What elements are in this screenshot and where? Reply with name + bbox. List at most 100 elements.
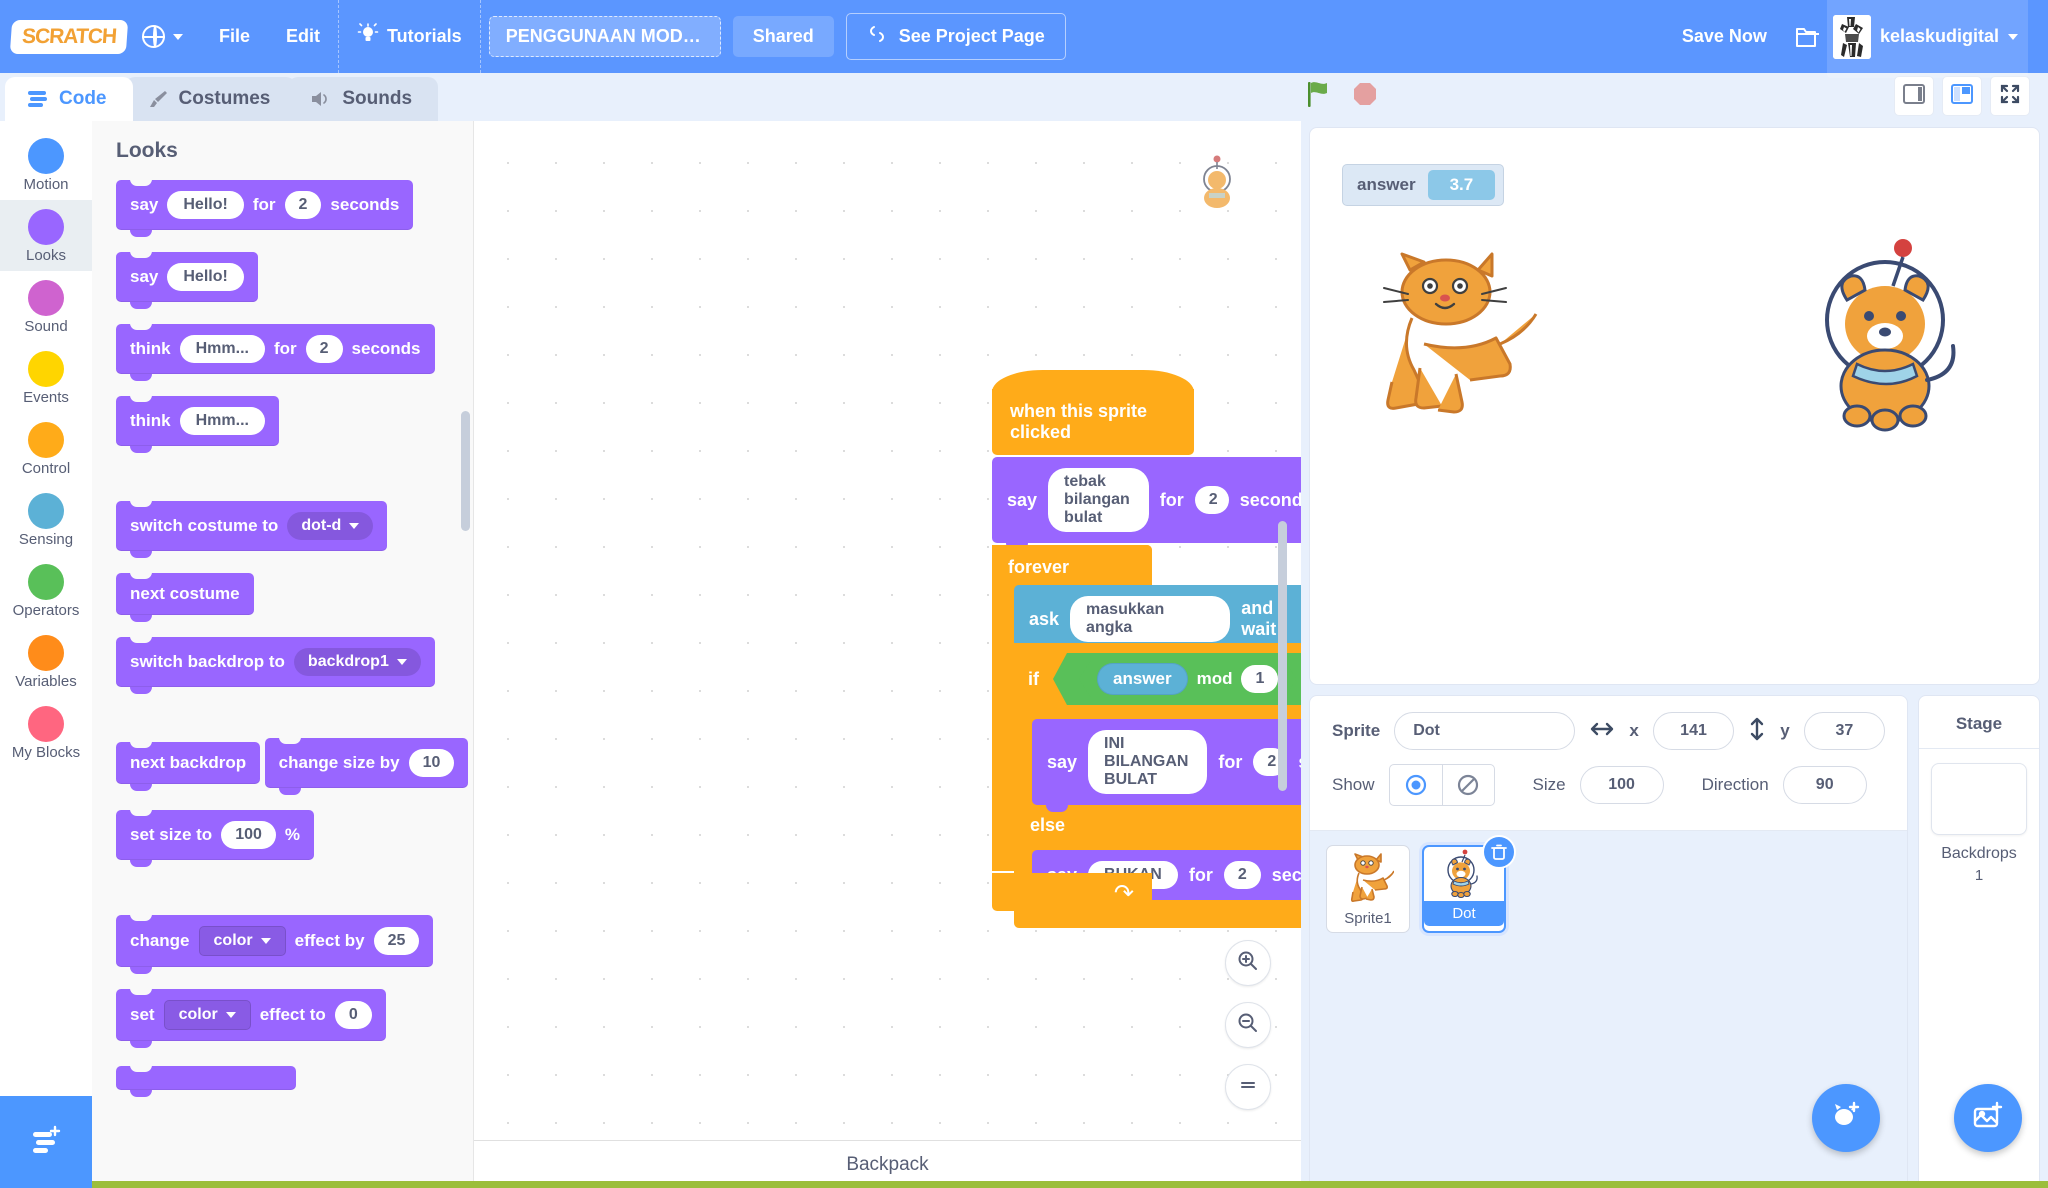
block-text-input[interactable]: INI BILANGAN BULAT	[1088, 730, 1208, 794]
dot-dog-sprite[interactable]	[1781, 228, 1991, 443]
menu-edit[interactable]: Edit	[268, 0, 338, 73]
block-text-input[interactable]: Hello!	[167, 191, 244, 219]
stage-backdrop-thumbnail[interactable]	[1931, 763, 2027, 835]
block-number-input[interactable]: 100	[221, 821, 276, 849]
small-stage-button[interactable]	[1894, 76, 1934, 116]
palette-block-set-effect[interactable]: set color effect to 0	[116, 988, 386, 1048]
large-stage-button[interactable]	[1942, 76, 1982, 116]
sprite-card-sprite1[interactable]: Sprite1	[1326, 845, 1410, 933]
block-answer-reporter[interactable]: answer	[1097, 663, 1188, 695]
block-text-input[interactable]: masukkan angka	[1070, 596, 1231, 642]
sprite-card-dot[interactable]: Dot	[1422, 835, 1516, 933]
green-flag-icon[interactable]	[1305, 79, 1333, 114]
block-palette[interactable]: Looks say Hello! for 2 seconds say Hello…	[92, 121, 474, 1188]
category-variables[interactable]: Variables	[0, 626, 92, 697]
block-number-input[interactable]: 25	[373, 927, 420, 955]
block-if-header[interactable]: if answer mod 1 = 0 then	[1014, 643, 1301, 715]
menu-tutorials[interactable]: Tutorials	[339, 0, 480, 73]
palette-scrollbar[interactable]	[461, 411, 470, 531]
palette-block-say[interactable]: say Hello!	[116, 251, 258, 309]
sprite-direction-input[interactable]: 90	[1782, 766, 1867, 804]
palette-block-switch-backdrop[interactable]: switch backdrop to backdrop1	[116, 636, 435, 694]
variable-monitor-answer[interactable]: answer 3.7	[1342, 164, 1505, 206]
effect-dropdown[interactable]: color	[198, 926, 286, 956]
palette-block-change-effect[interactable]: change color effect by 25	[116, 914, 434, 974]
tab-sounds[interactable]: Sounds	[288, 77, 439, 121]
category-sensing[interactable]: Sensing	[0, 484, 92, 555]
scratch-cat-sprite[interactable]	[1350, 248, 1550, 443]
backdrop-dropdown[interactable]: backdrop1	[293, 648, 421, 676]
block-forever[interactable]: forever	[992, 545, 1152, 590]
block-text-input[interactable]: tebak bilangan bulat	[1048, 468, 1149, 532]
language-selector[interactable]	[124, 0, 201, 73]
block-number-input[interactable]: 2	[305, 335, 343, 363]
zoom-in-button[interactable]	[1225, 940, 1271, 986]
scratch-logo[interactable]: SCRATCH	[11, 17, 127, 57]
block-text-input[interactable]: Hmm...	[179, 407, 265, 435]
folder-icon[interactable]	[1791, 24, 1821, 50]
sprite-x-input[interactable]: 141	[1652, 712, 1735, 750]
category-control[interactable]: Control	[0, 413, 92, 484]
menu-file[interactable]: File	[201, 0, 268, 73]
palette-block-think[interactable]: think Hmm...	[116, 395, 279, 453]
block-text-input[interactable]: Hmm...	[179, 335, 265, 363]
sprite-name-input[interactable]: Dot	[1394, 712, 1576, 750]
palette-block-set-size[interactable]: set size to 100 %	[116, 809, 315, 867]
block-number-input[interactable]: 1	[1241, 665, 1278, 693]
eye-icon[interactable]	[1390, 765, 1442, 805]
costume-dropdown[interactable]: dot-d	[287, 512, 374, 540]
block-number-input[interactable]: 2	[1223, 861, 1261, 889]
category-sound[interactable]: Sound	[0, 271, 92, 342]
palette-block-change-size[interactable]: change size by 10	[264, 737, 469, 795]
account-menu[interactable]: kelaskudigital	[1826, 0, 2028, 78]
palette-block-next-costume[interactable]: next costume	[116, 572, 254, 622]
block-word: seconds	[1271, 864, 1301, 885]
block-number-input[interactable]: 2	[1194, 486, 1229, 514]
category-motion[interactable]: Motion	[0, 129, 92, 200]
stage[interactable]: answer 3.7	[1309, 127, 2040, 685]
add-backdrop-button[interactable]	[1954, 1084, 2022, 1152]
tab-code[interactable]: Code	[5, 77, 133, 121]
see-project-page-button[interactable]: See Project Page	[845, 13, 1066, 60]
palette-block-partial[interactable]	[116, 1065, 296, 1097]
palette-block-say-for[interactable]: say Hello! for 2 seconds	[116, 179, 414, 237]
block-number-input[interactable]: 0	[334, 1001, 372, 1029]
add-sprite-button[interactable]	[1812, 1084, 1880, 1152]
canvas-vertical-scrollbar[interactable]	[1278, 521, 1287, 791]
sprite-y-input[interactable]: 37	[1803, 712, 1886, 750]
stop-sign-icon[interactable]	[1351, 79, 1379, 114]
script-stack[interactable]: when this sprite clicked say tebak bilan…	[992, 370, 1301, 928]
palette-block-think-for[interactable]: think Hmm... for 2 seconds	[116, 323, 435, 381]
category-looks[interactable]: Looks	[0, 200, 92, 271]
zoom-reset-button[interactable]	[1225, 1064, 1271, 1110]
block-number-input[interactable]: 2	[284, 191, 322, 219]
menu-bar-right: Save Now kelaskudigital	[1664, 0, 2048, 78]
shared-button[interactable]: Shared	[732, 16, 834, 57]
sprite-show-toggle[interactable]	[1388, 764, 1495, 806]
effect-dropdown[interactable]: color	[163, 1000, 251, 1030]
category-my-blocks[interactable]: My Blocks	[0, 697, 92, 768]
project-title-input[interactable]: PENGGUNAAN MOD UNT...	[488, 16, 721, 57]
block-equals-operator[interactable]: answer mod 1 = 0	[1053, 653, 1301, 705]
eye-slash-icon[interactable]	[1441, 765, 1494, 805]
trash-icon[interactable]	[1482, 835, 1516, 869]
tab-costumes[interactable]: Costumes	[124, 77, 297, 121]
palette-block-next-backdrop[interactable]: next backdrop	[116, 741, 261, 791]
add-extension-button[interactable]	[0, 1096, 92, 1188]
block-when-sprite-clicked[interactable]: when this sprite clicked	[992, 370, 1194, 455]
scratch-cat-thumb	[1327, 846, 1409, 910]
block-text-input[interactable]: Hello!	[167, 263, 244, 291]
palette-block-switch-costume[interactable]: switch costume to dot-d	[116, 500, 388, 558]
block-say-for-seconds-1[interactable]: say tebak bilangan bulat for 2 seconds	[992, 457, 1301, 550]
bottom-green-bar	[0, 1181, 2048, 1188]
save-now-button[interactable]: Save Now	[1664, 0, 1785, 73]
block-say-for-seconds-2[interactable]: say INI BILANGAN BULAT for 2 seconds	[1032, 719, 1301, 812]
category-operators[interactable]: Operators	[0, 555, 92, 626]
fullscreen-button[interactable]	[1990, 76, 2030, 116]
block-mod-operator[interactable]: answer mod 1	[1079, 660, 1296, 698]
block-number-input[interactable]: 10	[408, 749, 455, 777]
category-events[interactable]: Events	[0, 342, 92, 413]
code-canvas[interactable]: when this sprite clicked say tebak bilan…	[474, 121, 1301, 1188]
sprite-size-input[interactable]: 100	[1579, 766, 1664, 804]
zoom-out-button[interactable]	[1225, 1002, 1271, 1048]
